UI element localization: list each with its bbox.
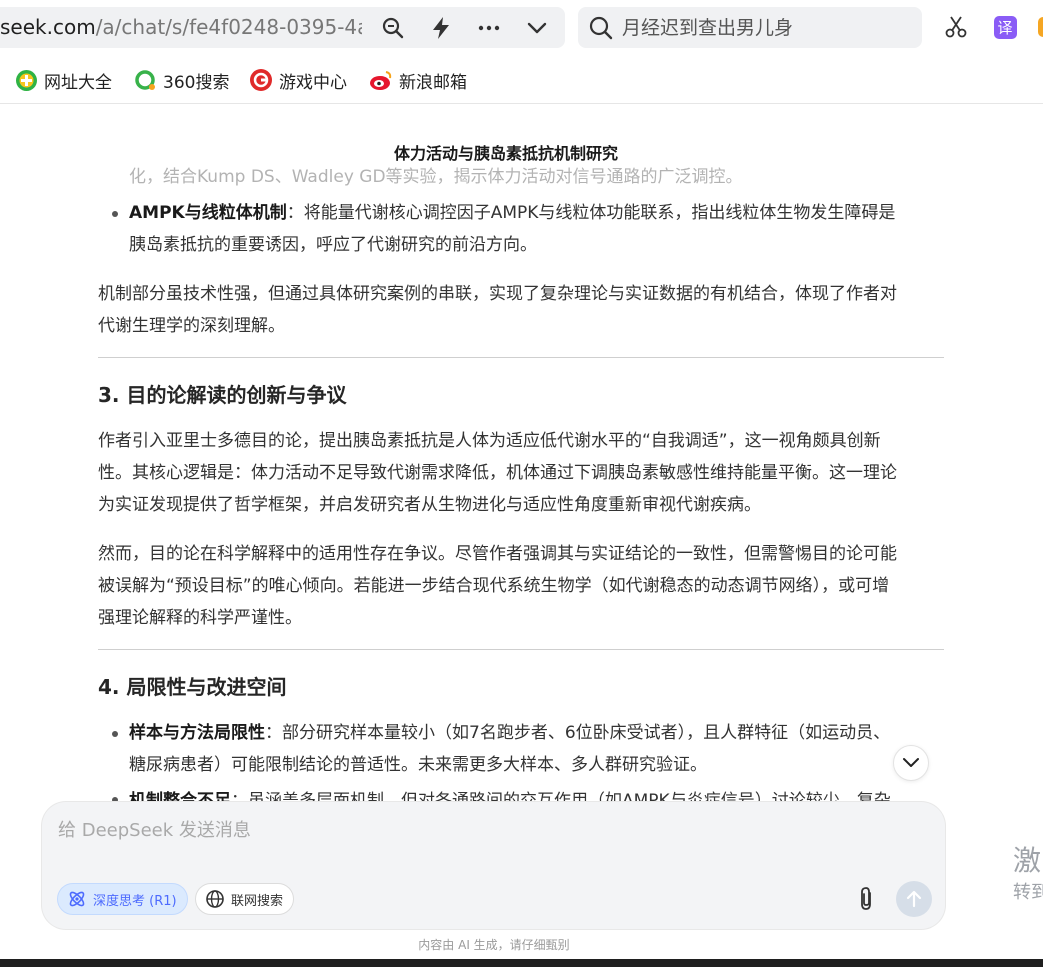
- paragraph-mechanism-cont: 代谢生理学的深刻理解。: [98, 316, 285, 336]
- arrow-up-icon: [906, 890, 922, 908]
- extension-icon[interactable]: [1038, 17, 1043, 37]
- globe-icon: [206, 890, 224, 908]
- paragraph-line: 性。其核心逻辑是：体力活动不足导致代谢需求降低，机体通过下调胰岛素敏感性维持能量…: [98, 463, 897, 483]
- list-item-ampk: AMPK与线粒体机制：将能量代谢核心调控因子AMPK与线粒体功能联系，指出线粒体…: [129, 203, 896, 223]
- list-item-sample: 样本与方法局限性：部分研究样本量较小（如7名跑步者、6位卧床受试者），且人群特征…: [129, 723, 891, 743]
- divider: [98, 357, 944, 358]
- bookmark-360-search[interactable]: 360搜索: [134, 68, 230, 93]
- search-input[interactable]: [622, 7, 912, 48]
- divider: [98, 649, 944, 650]
- send-button[interactable]: [896, 881, 932, 917]
- more-icon[interactable]: [476, 15, 502, 41]
- chevron-down-icon: [903, 758, 919, 767]
- deep-think-button[interactable]: 深度思考 (R1): [57, 883, 188, 915]
- zoom-search-icon[interactable]: [380, 15, 406, 41]
- translate-icon: 译: [993, 15, 1017, 39]
- bookmark-label: 游戏中心: [279, 72, 347, 93]
- paragraph-line: 然而，目的论在科学解释中的适用性存在争议。尽管作者强调其与实证结论的一致性，但需…: [98, 544, 897, 564]
- bookmarks-bar: 网址大全 360搜索 游戏中心 新浪邮箱: [0, 56, 1043, 104]
- list-item-sample-cont: 糖尿病患者）可能限制结论的普适性。未来需更多大样本、多人群研究验证。: [129, 755, 707, 775]
- bookmark-label: 新浪邮箱: [399, 72, 467, 93]
- bookmark-label: 网址大全: [44, 72, 112, 93]
- 360-search-icon: [135, 69, 155, 90]
- scroll-to-bottom-button[interactable]: [893, 745, 929, 781]
- bookmark-url-navigation[interactable]: 网址大全: [15, 68, 112, 93]
- ai-disclaimer: 内容由 AI 生成，请仔细甄别: [418, 938, 570, 952]
- message-input[interactable]: [58, 816, 918, 866]
- chat-title: 体力活动与胰岛素抵抗机制研究: [393, 144, 618, 163]
- paragraph-line: 被误解为“预设目标”的唯心倾向。若能进一步结合现代系统生物学（如代谢稳态的动态调…: [98, 576, 890, 596]
- search-box[interactable]: [578, 7, 922, 48]
- browser-toolbar: seek.com/a/chat/s/fe4f0248-0395-4a 译: [0, 0, 1043, 56]
- web-search-button[interactable]: 联网搜索: [195, 883, 295, 915]
- paragraph-line: 强理论解释的科学严谨性。: [98, 608, 302, 628]
- web-search-label: 联网搜索: [231, 893, 284, 909]
- paragraph-line: 为实证发现提供了哲学框架，并启发研究者从生物进化与适应性角度重新审视代谢疾病。: [98, 495, 761, 515]
- bookmark-game-center[interactable]: 游戏中心: [249, 68, 347, 93]
- paragraph-line: 作者引入亚里士多德目的论，提出胰岛素抵抗是人体为适应低代谢水平的“自我调适”，这…: [98, 431, 881, 451]
- message-content: 化，结合Kump DS、Wadley GD等实验，揭示体力活动对信号通路的广泛调…: [98, 165, 944, 805]
- game-center-icon: [250, 69, 272, 91]
- address-url[interactable]: seek.com/a/chat/s/fe4f0248-0395-4a: [0, 7, 362, 48]
- section-heading: 4. 局限性与改进空间: [98, 675, 287, 699]
- plus-circle-icon: [16, 69, 37, 91]
- list-item-ampk-cont: 胰岛素抵抗的重要诱因，呼应了代谢研究的前沿方向。: [129, 235, 537, 255]
- side-watermark: 激 转到: [1013, 844, 1043, 903]
- sina-mail-icon: [370, 71, 392, 90]
- paragraph-mechanism: 机制部分虽技术性强，但通过具体研究案例的串联，实现了复杂理论与实证数据的有机结合…: [98, 284, 897, 304]
- lightning-icon[interactable]: [428, 15, 454, 41]
- bullet-icon: [112, 211, 118, 217]
- address-bar[interactable]: seek.com/a/chat/s/fe4f0248-0395-4a: [0, 7, 565, 48]
- bullet-icon: [112, 731, 118, 737]
- atom-icon: [69, 891, 85, 907]
- translate-button[interactable]: 译: [992, 14, 1018, 40]
- chevron-down-icon[interactable]: [524, 15, 550, 41]
- bookmark-label: 360搜索: [163, 72, 230, 93]
- message-composer: 深度思考 (R1) 联网搜索: [42, 802, 945, 929]
- taskbar-edge: [0, 959, 1043, 967]
- section-heading: 3. 目的论解读的创新与争议: [98, 383, 347, 407]
- paperclip-icon: [861, 887, 871, 910]
- attach-button[interactable]: [851, 884, 881, 914]
- search-icon: [589, 16, 613, 40]
- scissors-icon[interactable]: [943, 14, 969, 40]
- faded-text: 化，结合Kump DS、Wadley GD等实验，揭示体力活动对信号通路的广泛调…: [129, 167, 743, 187]
- deep-think-label: 深度思考 (R1): [93, 893, 177, 909]
- bookmark-sina-mail[interactable]: 新浪邮箱: [369, 68, 467, 93]
